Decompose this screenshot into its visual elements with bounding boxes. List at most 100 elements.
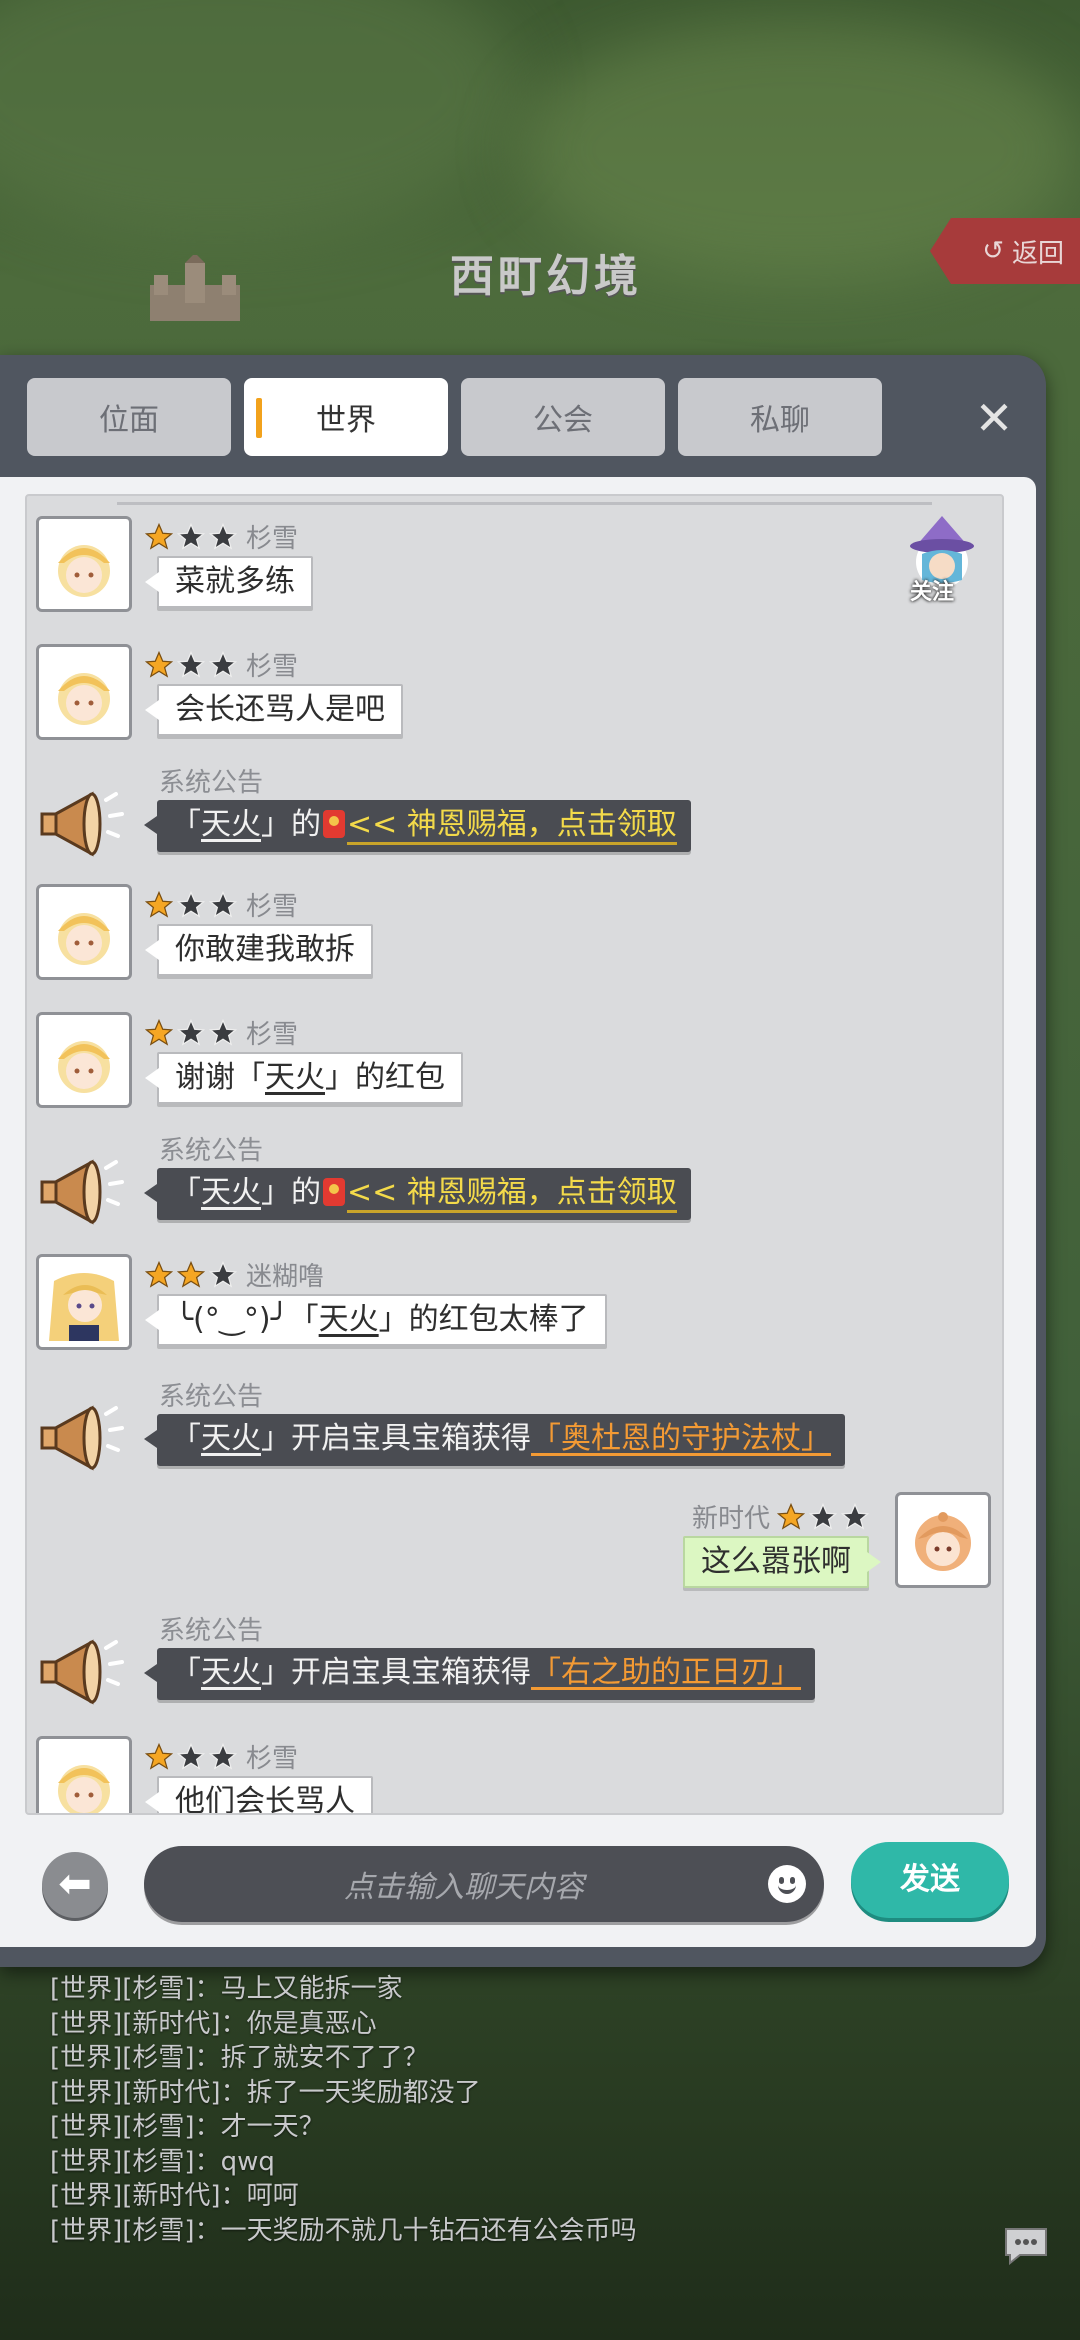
player-name[interactable]: 天火 (201, 807, 261, 842)
sender-line: 杉雪 (144, 886, 298, 923)
world-chat-log: [世界][杉雪]：马上又能拆一家 [世界][新时代]：你是真恶心 [世界][杉雪… (50, 1972, 637, 2248)
avatar[interactable] (36, 516, 132, 612)
star-filled-icon (776, 1502, 806, 1530)
star-empty-icon (808, 1502, 838, 1530)
avatar[interactable] (36, 884, 132, 980)
tab-guild[interactable]: 公会 (461, 378, 665, 456)
megaphone-icon (40, 1159, 124, 1225)
star-empty-icon (176, 1018, 206, 1046)
star-empty-icon (208, 522, 238, 550)
tab-world[interactable]: 世界 (244, 378, 448, 456)
star-empty-icon (176, 650, 206, 678)
system-message[interactable]: 「天火」开启宝具宝箱获得「奥杜恩的守护法杖」 (144, 1414, 845, 1466)
star-empty-icon (176, 522, 206, 550)
send-button[interactable]: 发送 (851, 1842, 1009, 1918)
orange-hair-girl-icon (915, 1512, 971, 1571)
claim-link[interactable]: << 神恩赐福，点击领取 (347, 807, 677, 845)
sender-line: 杉雪 (144, 646, 298, 683)
message-list[interactable]: 关注 杉雪 菜就多练 杉雪 会长还骂人是吧 系统公告 「天火」的 << 神恩赐福… (25, 494, 1004, 1815)
chat-input-placeholder: 点击输入聊天内容 (344, 1870, 584, 1905)
avatar[interactable] (36, 1012, 132, 1108)
message-bubble[interactable]: 谢谢「天火」的红包 (145, 1052, 463, 1104)
star-filled-icon (144, 522, 174, 550)
blonde-girl-icon (58, 673, 110, 725)
system-message[interactable]: 「天火」的 << 神恩赐福，点击领取 (144, 800, 691, 852)
red-envelope-icon (323, 1178, 345, 1206)
chat-input-bar: ⬅ 点击输入聊天内容 发送 (0, 1832, 1036, 1932)
star-empty-icon (176, 1742, 206, 1770)
log-line: [世界][新时代]：拆了一天奖励都没了 (50, 2077, 481, 2108)
avatar[interactable] (36, 1736, 132, 1813)
megaphone-icon (40, 1639, 124, 1705)
log-line: [世界][杉雪]：qwq (50, 2146, 275, 2177)
chat-tabs: 位面 世界 公会 私聊 (27, 378, 882, 456)
player-name[interactable]: 天火 (201, 1175, 261, 1210)
sender-line: 杉雪 (144, 518, 298, 555)
tab-plane[interactable]: 位面 (27, 378, 231, 456)
my-message-bubble[interactable]: 这么嚣张啊 (683, 1536, 881, 1588)
follow-button[interactable]: 关注 (902, 516, 982, 606)
star-filled-icon (176, 1260, 206, 1288)
chat-body: 关注 杉雪 菜就多练 杉雪 会长还骂人是吧 系统公告 「天火」的 << 神恩赐福… (0, 477, 1036, 1947)
blonde-girl-icon (58, 1041, 110, 1093)
player-name[interactable]: 天火 (265, 1060, 325, 1095)
message-bubble[interactable]: ╰(°‿°)╯「天火」的红包太棒了 (145, 1294, 607, 1346)
sender-line: 杉雪 (144, 1014, 298, 1051)
return-icon: ↺ (982, 236, 1004, 266)
system-message[interactable]: 「天火」的 << 神恩赐福，点击领取 (144, 1168, 691, 1220)
map-title: 西町幻境 (450, 251, 642, 302)
item-link[interactable]: 「右之助的正日刃」 (531, 1655, 801, 1690)
sender-name: 杉雪 (246, 892, 299, 922)
castle-icon (150, 255, 240, 321)
star-filled-icon (144, 890, 174, 918)
message-bubble[interactable]: 菜就多练 (145, 556, 313, 608)
player-name[interactable]: 天火 (201, 1421, 261, 1456)
sender-line: 迷糊噜 (144, 1256, 324, 1293)
message-bubble[interactable]: 他们会长骂人 (145, 1776, 373, 1813)
star-filled-icon (144, 1018, 174, 1046)
close-icon[interactable]: ✕ (970, 395, 1018, 443)
map-back-label: 返回 (1011, 238, 1064, 269)
sender-name: 杉雪 (246, 1020, 299, 1050)
system-label: 系统公告 (159, 768, 264, 798)
star-empty-icon (208, 890, 238, 918)
star-filled-icon (144, 650, 174, 678)
player-name[interactable]: 天火 (319, 1302, 379, 1337)
blonde-girl-icon (58, 913, 110, 965)
avatar[interactable] (36, 644, 132, 740)
claim-link[interactable]: << 神恩赐福，点击领取 (347, 1175, 677, 1213)
star-empty-icon (176, 890, 206, 918)
star-filled-icon (144, 1742, 174, 1770)
system-label: 系统公告 (159, 1616, 264, 1646)
tab-private[interactable]: 私聊 (678, 378, 882, 456)
message-bubble[interactable]: 会长还骂人是吧 (145, 684, 403, 736)
emoji-icon[interactable] (768, 1865, 806, 1903)
sender-line: 新时代 (692, 1498, 870, 1535)
item-link[interactable]: 「奥杜恩的守护法杖」 (531, 1421, 831, 1456)
blonde-girl-icon (58, 1765, 110, 1813)
star-empty-icon (208, 650, 238, 678)
log-line: [世界][杉雪]：马上又能拆一家 (50, 1974, 403, 2004)
message-bubble[interactable]: 你敢建我敢拆 (145, 924, 373, 976)
sender-name: 杉雪 (246, 1744, 299, 1774)
log-line: [世界][杉雪]：一天奖励不就几十钻石还有公会币吗 (50, 2215, 637, 2246)
red-envelope-icon (323, 810, 345, 838)
log-line: [世界][新时代]：你是真恶心 (50, 2008, 377, 2039)
sender-name: 杉雪 (246, 652, 299, 682)
star-empty-icon (208, 1260, 238, 1288)
sender-line: 杉雪 (144, 1738, 298, 1775)
chat-bubble-icon[interactable] (1002, 2225, 1050, 2267)
log-line: [世界][杉雪]：才一天？ (50, 2112, 325, 2142)
sender-name: 杉雪 (246, 524, 299, 554)
star-empty-icon (840, 1502, 870, 1530)
system-message[interactable]: 「天火」开启宝具宝箱获得「右之助的正日刃」 (144, 1648, 815, 1700)
chat-input[interactable]: 点击输入聊天内容 (144, 1846, 824, 1922)
my-avatar[interactable] (895, 1492, 991, 1588)
player-name[interactable]: 天火 (201, 1655, 261, 1690)
log-line: [世界][新时代]：呵呵 (50, 2181, 299, 2211)
map-back-button[interactable]: ↺ 返回 (930, 218, 1080, 284)
avatar[interactable] (36, 1254, 132, 1350)
megaphone-icon (40, 1405, 124, 1471)
star-filled-icon (144, 1260, 174, 1288)
back-arrow-icon[interactable]: ⬅ (42, 1852, 108, 1918)
